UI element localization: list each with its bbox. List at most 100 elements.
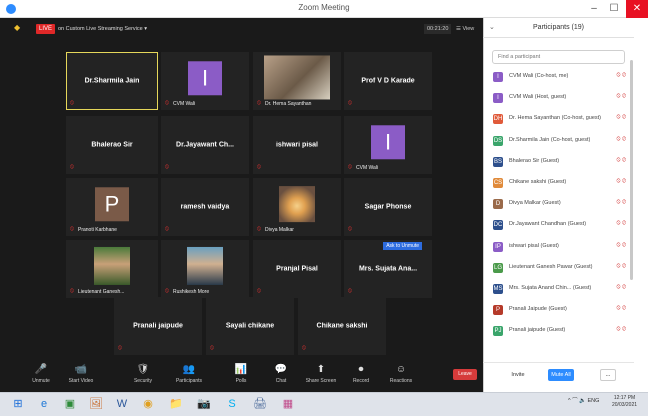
video-tile[interactable]: Pranali jaipude ⦸ bbox=[114, 297, 202, 355]
muted-mic-icon: ⦸ bbox=[118, 345, 122, 351]
view-button[interactable]: ☰ View bbox=[456, 24, 474, 34]
avatar: P bbox=[95, 187, 129, 222]
video-tile[interactable]: Sagar Phonse ⦸ bbox=[344, 178, 432, 236]
video-tile[interactable]: Pranjal Pisal ⦸ bbox=[253, 240, 341, 298]
participant-search-input[interactable] bbox=[492, 50, 625, 64]
participant-name: Prof V D Karade bbox=[361, 77, 415, 85]
taskbar-app-icon[interactable]: 📁 bbox=[168, 396, 184, 412]
taskbar-clock[interactable]: 12:17 PM 20/03/2021 bbox=[612, 395, 637, 409]
invite-button[interactable]: Invite bbox=[505, 369, 531, 381]
muted-mic-icon: ⦸ bbox=[70, 226, 74, 232]
participant-row-name: CVM Wali (Co-host, me) bbox=[509, 73, 569, 79]
mute-all-button[interactable]: Mute All bbox=[548, 369, 574, 381]
video-tile[interactable]: Dr.Jayawant Ch... ⦸ bbox=[161, 116, 249, 174]
avatar: I bbox=[188, 61, 222, 96]
taskbar-app-icon[interactable]: ▦ bbox=[280, 396, 296, 412]
video-tile[interactable]: Prof V D Karade ⦸ bbox=[344, 52, 432, 110]
muted-mic-icon: ⦸ bbox=[210, 345, 214, 351]
toolbar-item[interactable]: 💬 Chat bbox=[262, 362, 300, 390]
taskbar-app-icon[interactable]: 🖨 bbox=[252, 396, 268, 412]
participant-row-name: Dr.Sharmila Jain (Co-host, guest) bbox=[509, 136, 591, 143]
toolbar-item[interactable]: ⏺ Record bbox=[342, 362, 380, 390]
participant-row-name: Dr.Jayawant Chandhan (Guest) bbox=[509, 221, 587, 228]
toolbar-icon: 👥 bbox=[182, 364, 196, 375]
participant-avatar: IP bbox=[493, 241, 503, 252]
system-tray[interactable]: ^ ⌒ 🔈 ENG bbox=[568, 396, 599, 404]
taskbar-app-icon[interactable]: S bbox=[224, 396, 240, 412]
video-tile[interactable]: ⦸ Divya Malkar bbox=[253, 178, 341, 236]
close-button[interactable]: ✕ bbox=[626, 0, 648, 18]
muted-mic-and-video-off-icon: ⦸ ⊘ bbox=[616, 114, 627, 121]
participants-scrollbar[interactable] bbox=[630, 60, 633, 280]
participant-row[interactable]: I CVM Wali (Host, guest) ⦸ ⊘ bbox=[490, 90, 630, 107]
participant-row[interactable]: D Divya Malkar (Guest) ⦸ ⊘ bbox=[490, 196, 630, 213]
toolbar-item[interactable]: ⬆ Share Screen bbox=[302, 362, 340, 390]
video-tile[interactable]: I ⦸ CVM Wali bbox=[161, 52, 249, 110]
participant-row[interactable]: PJ Pranali jaipude (Guest) ⦸ ⊘ bbox=[490, 323, 630, 340]
muted-mic-icon: ⦸ bbox=[348, 100, 352, 106]
taskbar-app-icon[interactable]: W bbox=[114, 396, 130, 412]
live-badge[interactable]: LIVE bbox=[36, 24, 56, 34]
live-stream-label[interactable]: on Custom Live Streaming Service ▾ bbox=[58, 24, 147, 34]
taskbar-app-icon[interactable]: e bbox=[36, 396, 52, 412]
video-tile[interactable]: Sayali chikane ⦸ bbox=[206, 297, 294, 355]
toolbar-icon: 💬 bbox=[274, 364, 288, 375]
video-tile[interactable]: Chikane sakshi ⦸ bbox=[298, 297, 386, 355]
muted-mic-icon: ⦸ bbox=[70, 100, 74, 106]
participant-row[interactable]: IP ishwari pisal (Guest) ⦸ ⊘ bbox=[490, 239, 630, 256]
toolbar-item[interactable]: 📊 Polls bbox=[222, 362, 260, 390]
muted-mic-and-video-off-icon: ⦸ ⊘ bbox=[616, 135, 627, 142]
participant-row[interactable]: BS Bhalerao Sir (Guest) ⦸ ⊘ bbox=[490, 154, 630, 171]
taskbar-app-icon[interactable]: ⊞ bbox=[10, 396, 26, 412]
participant-name: Bhalerao Sir bbox=[91, 141, 133, 149]
video-tile[interactable]: I ⦸ CVM Wali bbox=[344, 116, 432, 174]
tile-name-label: Divya Malkar bbox=[265, 227, 294, 233]
muted-mic-icon: ⦸ bbox=[70, 164, 74, 170]
toolbar-label: Start Video bbox=[68, 378, 94, 384]
muted-mic-and-video-off-icon: ⦸ ⊘ bbox=[616, 284, 627, 290]
participant-row[interactable]: DS Dr.Sharmila Jain (Co-host, guest) ⦸ ⊘ bbox=[490, 133, 630, 150]
taskbar-app-icon[interactable]: 📷 bbox=[196, 396, 212, 412]
participant-avatar: I bbox=[493, 72, 503, 82]
participant-avatar: LG bbox=[493, 262, 503, 273]
toolbar-item[interactable]: ☺ Reactions bbox=[382, 362, 420, 390]
participant-row[interactable]: CS Chikane sakshi (Guest) ⦸ ⊘ bbox=[490, 175, 630, 192]
video-tile[interactable]: Dr.Sharmila Jain ⦸ bbox=[66, 52, 158, 110]
participant-row-name: Lieutenant Ganesh Pawar (Guest) bbox=[509, 263, 593, 270]
video-tile[interactable]: Bhalerao Sir ⦸ bbox=[66, 116, 158, 174]
leave-button[interactable]: Leave bbox=[453, 369, 477, 380]
video-tile[interactable]: ⦸ Rushikesh More bbox=[161, 240, 249, 298]
participant-row[interactable]: LG Lieutenant Ganesh Pawar (Guest) ⦸ ⊘ bbox=[490, 260, 630, 277]
window-title: Zoom Meeting bbox=[298, 3, 350, 12]
video-tile[interactable]: ramesh vaidya ⦸ bbox=[161, 178, 249, 236]
toolbar-item[interactable]: 👥 Participants bbox=[170, 362, 208, 390]
participant-row[interactable]: DH Dr. Hema Sayanthan (Co-host, guest) ⦸ ⊘ bbox=[490, 111, 630, 128]
video-tile[interactable]: ⦸ Dr. Hema Sayanthan bbox=[253, 52, 341, 110]
participant-row[interactable]: I CVM Wali (Co-host, me) ⦸ ⊘ bbox=[490, 69, 630, 86]
toolbar-label: Chat bbox=[275, 378, 287, 384]
participant-row-name: Chikane sakshi (Guest) bbox=[509, 179, 567, 185]
video-tile[interactable]: Mrs. Sujata Ana... ⦸ Ask to Unmute bbox=[344, 240, 432, 298]
toolbar-item[interactable]: 📹 Start Video bbox=[62, 362, 100, 390]
taskbar-app-icon[interactable]: 🖼 bbox=[88, 396, 104, 412]
muted-mic-and-video-off-icon: ⦸ ⊘ bbox=[616, 220, 627, 227]
taskbar-app-icon[interactable]: ◉ bbox=[140, 396, 156, 412]
taskbar-app-icon[interactable]: ▣ bbox=[62, 396, 78, 412]
video-tile[interactable]: ⦸ Lieutenant Ganesh... bbox=[66, 240, 158, 298]
participant-avatar: DS bbox=[493, 135, 503, 146]
muted-mic-icon: ⦸ bbox=[257, 100, 261, 106]
toolbar-item[interactable]: 🛡 Security bbox=[124, 362, 162, 390]
more-options-button[interactable]: ... bbox=[600, 369, 616, 381]
minimize-button[interactable]: – bbox=[584, 0, 604, 18]
ask-to-unmute-button[interactable]: Ask to Unmute bbox=[383, 242, 422, 250]
maximize-button[interactable]: ☐ bbox=[604, 0, 624, 18]
muted-mic-and-video-off-icon: ⦸ ⊘ bbox=[616, 262, 627, 269]
participant-row[interactable]: DC Dr.Jayawant Chandhan (Guest) ⦸ ⊘ bbox=[490, 217, 630, 234]
participant-row[interactable]: P Pranali Jaipude (Guest) ⦸ ⊘ bbox=[490, 302, 630, 319]
toolbar-item[interactable]: 🎤 Unmute bbox=[22, 362, 60, 390]
participant-row-name: Pranali jaipude (Guest) bbox=[509, 327, 566, 334]
participant-row[interactable]: MS Mrs. Sujata Anand Chin... (Guest) ⦸ ⊘ bbox=[490, 281, 630, 298]
video-tile[interactable]: ishwari pisal ⦸ bbox=[253, 116, 341, 174]
toolbar-icon: ⏺ bbox=[358, 364, 364, 375]
video-tile[interactable]: P ⦸ Pranoti Karbhane bbox=[66, 178, 158, 236]
